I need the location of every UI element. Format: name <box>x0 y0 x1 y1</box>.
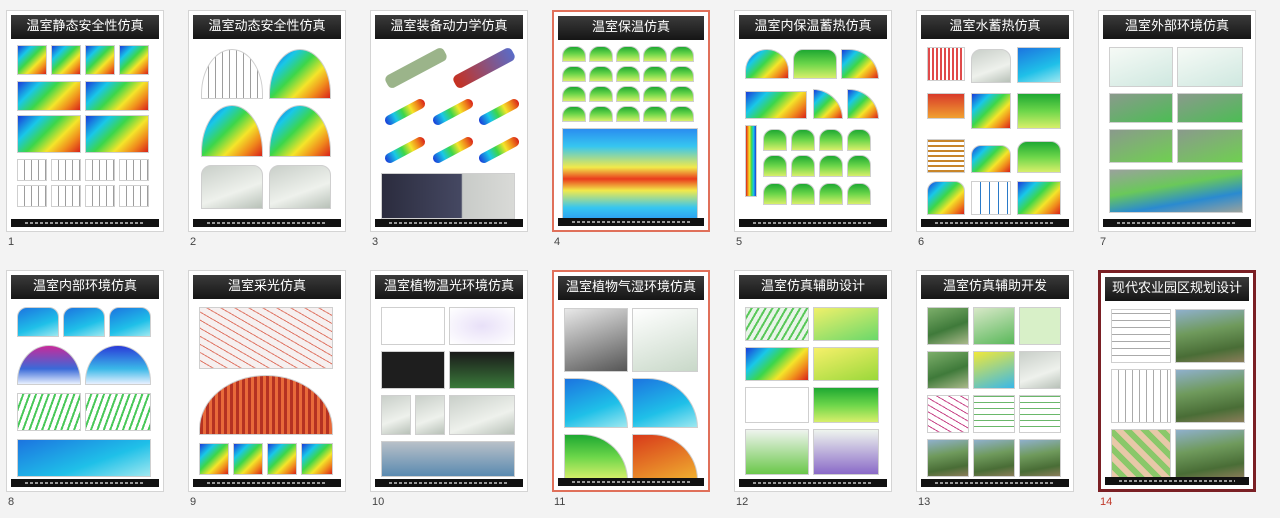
slide-thumbnail-2[interactable]: 温室动态安全性仿真 2 <box>186 8 350 248</box>
slide-footer <box>558 218 704 226</box>
slide-sorter-grid: 温室静态安全性仿真 1 温室动态安全性仿真 2 温室装备动力学仿真 3 温室保温… <box>0 0 1280 518</box>
slide-thumbnail-13[interactable]: 温室仿真辅助开发 13 <box>914 268 1078 508</box>
slide-title: 温室仿真辅助开发 <box>921 275 1069 299</box>
slide-preview: 现代农业园区规划设计 <box>1098 270 1256 492</box>
slide-title: 温室植物气湿环境仿真 <box>558 276 704 300</box>
slide-number: 4 <box>554 236 561 248</box>
slide-footer <box>1105 477 1249 485</box>
slide-figures <box>562 306 700 480</box>
slide-preview: 温室采光仿真 <box>188 270 346 492</box>
slide-footer <box>11 219 159 227</box>
slide-title: 温室仿真辅助设计 <box>739 275 887 299</box>
slide-thumbnail-1[interactable]: 温室静态安全性仿真 1 <box>4 8 168 248</box>
slide-number: 6 <box>918 236 925 248</box>
slide-preview: 温室保温仿真 <box>552 10 710 232</box>
slide-number: 9 <box>190 496 197 508</box>
slide-title: 温室水蓄热仿真 <box>921 15 1069 39</box>
slide-footer <box>1103 219 1251 227</box>
slide-title: 温室装备动力学仿真 <box>375 15 523 39</box>
slide-preview: 温室装备动力学仿真 <box>370 10 528 232</box>
slide-preview: 温室外部环境仿真 <box>1098 10 1256 232</box>
slide-title: 温室内保温蓄热仿真 <box>739 15 887 39</box>
slide-figures <box>15 305 155 477</box>
slide-number: 5 <box>736 236 743 248</box>
slide-footer <box>739 219 887 227</box>
slide-number: 2 <box>190 236 197 248</box>
slide-figures <box>197 305 337 475</box>
slide-thumbnail-3[interactable]: 温室装备动力学仿真 3 <box>368 8 532 248</box>
slide-figures <box>15 45 155 213</box>
slide-thumbnail-14[interactable]: 现代农业园区规划设计 14 <box>1096 268 1260 508</box>
slide-figures <box>743 45 883 213</box>
slide-number: 10 <box>372 496 385 508</box>
slide-footer <box>739 479 887 487</box>
slide-number: 7 <box>1100 236 1107 248</box>
slide-footer <box>193 479 341 487</box>
slide-title: 温室动态安全性仿真 <box>193 15 341 39</box>
slide-number: 13 <box>918 496 931 508</box>
slide-preview: 温室水蓄热仿真 <box>916 10 1074 232</box>
slide-figures <box>562 46 700 226</box>
slide-title: 温室静态安全性仿真 <box>11 15 159 39</box>
slide-title: 温室外部环境仿真 <box>1103 15 1251 39</box>
slide-number: 11 <box>554 496 566 508</box>
slide-figures <box>379 305 519 477</box>
slide-title: 温室植物温光环境仿真 <box>375 275 523 299</box>
slide-preview: 温室仿真辅助设计 <box>734 270 892 492</box>
slide-thumbnail-5[interactable]: 温室内保温蓄热仿真 5 <box>732 8 896 248</box>
slide-footer <box>11 479 159 487</box>
slide-title: 现代农业园区规划设计 <box>1105 277 1249 301</box>
slide-figures <box>197 45 337 213</box>
slide-footer <box>375 479 523 487</box>
slide-thumbnail-11[interactable]: 温室植物气湿环境仿真 11 <box>550 268 714 508</box>
slide-thumbnail-6[interactable]: 温室水蓄热仿真 6 <box>914 8 1078 248</box>
slide-thumbnail-9[interactable]: 温室采光仿真 9 <box>186 268 350 508</box>
slide-number: 12 <box>736 496 749 508</box>
slide-figures <box>743 305 883 475</box>
slide-figures <box>925 45 1065 215</box>
slide-thumbnail-4[interactable]: 温室保温仿真 4 <box>550 8 714 248</box>
slide-number: 14 <box>1100 496 1113 508</box>
slide-figures <box>925 305 1065 477</box>
slide-title: 温室保温仿真 <box>558 16 704 40</box>
slide-footer <box>558 478 704 486</box>
slide-number: 1 <box>8 236 15 248</box>
slide-title: 温室内部环境仿真 <box>11 275 159 299</box>
slide-figures <box>1109 307 1245 479</box>
slide-thumbnail-10[interactable]: 温室植物温光环境仿真 10 <box>368 268 532 508</box>
slide-preview: 温室动态安全性仿真 <box>188 10 346 232</box>
slide-footer <box>921 479 1069 487</box>
slide-number: 8 <box>8 496 15 508</box>
slide-number: 3 <box>372 236 379 248</box>
slide-footer <box>193 219 341 227</box>
slide-preview: 温室植物温光环境仿真 <box>370 270 528 492</box>
slide-preview: 温室植物气湿环境仿真 <box>552 270 710 492</box>
slide-preview: 温室内部环境仿真 <box>6 270 164 492</box>
slide-thumbnail-12[interactable]: 温室仿真辅助设计 12 <box>732 268 896 508</box>
slide-footer <box>375 219 523 227</box>
slide-thumbnail-8[interactable]: 温室内部环境仿真 8 <box>4 268 168 508</box>
slide-figures <box>1107 45 1247 213</box>
slide-preview: 温室内保温蓄热仿真 <box>734 10 892 232</box>
slide-preview: 温室仿真辅助开发 <box>916 270 1074 492</box>
slide-figures <box>379 45 521 219</box>
slide-preview: 温室静态安全性仿真 <box>6 10 164 232</box>
slide-footer <box>921 219 1069 227</box>
slide-title: 温室采光仿真 <box>193 275 341 299</box>
slide-thumbnail-7[interactable]: 温室外部环境仿真 7 <box>1096 8 1260 248</box>
